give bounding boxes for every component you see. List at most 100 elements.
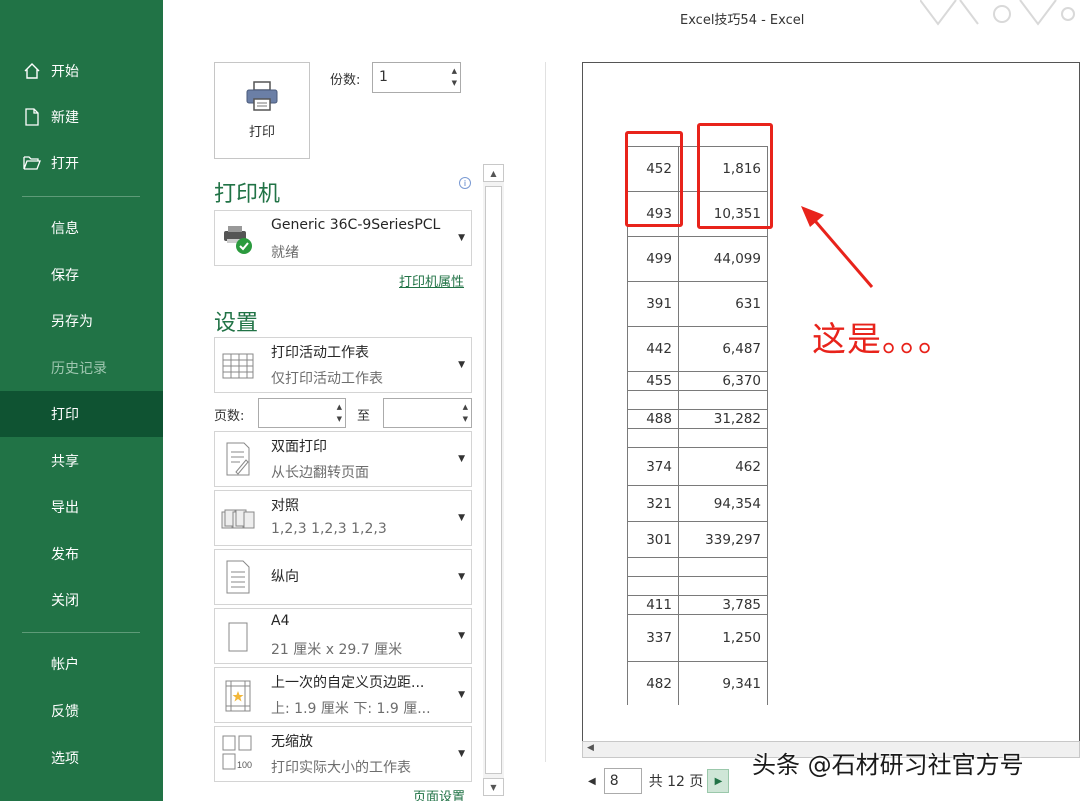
sidebar-item-label: 帐户: [51, 657, 79, 673]
duplex-select[interactable]: 双面打印 从长边翻转页面 ▼: [214, 431, 472, 487]
stepper-arrows-icon[interactable]: ▲ ▼: [337, 401, 342, 425]
sidebar-item-label: 反馈: [51, 704, 79, 720]
info-icon[interactable]: i: [459, 177, 471, 189]
cell-b: 9,341: [679, 662, 768, 705]
sidebar-item-new[interactable]: 新建: [0, 94, 163, 140]
no-scaling-icon: 100: [221, 735, 255, 770]
table-row: 442 6,487: [627, 326, 768, 371]
pages-from-stepper[interactable]: ▲ ▼: [258, 398, 346, 428]
paper-size-title: A4: [271, 613, 290, 629]
table-row: 455 6,370: [627, 371, 768, 390]
cell-a: [627, 429, 679, 447]
paper-size-subtitle: 21 厘米 x 29.7 厘米: [271, 642, 403, 658]
settings-scrollbar[interactable]: ▲ ▼: [483, 164, 504, 796]
sidebar-item-save-as[interactable]: 另存为: [0, 298, 163, 344]
cell-b: 339,297: [679, 522, 768, 557]
print-what-subtitle: 仅打印活动工作表: [271, 371, 383, 387]
margins-select[interactable]: 上一次的自定义页边距... 上: 1.9 厘米 下: 1.9 厘... ▼: [214, 667, 472, 723]
previous-page-icon[interactable]: ◀: [588, 776, 596, 787]
collate-select[interactable]: 对照 1,2,3 1,2,3 1,2,3 ▼: [214, 490, 472, 546]
copies-stepper[interactable]: 1 ▲ ▼: [372, 62, 461, 93]
dropdown-icon: ▼: [458, 360, 465, 370]
printer-properties-link[interactable]: 打印机属性: [399, 271, 464, 290]
sidebar-item-share[interactable]: 共享: [0, 438, 163, 484]
orientation-select[interactable]: 纵向 ▼: [214, 549, 472, 605]
sidebar-item-close[interactable]: 关闭: [0, 577, 163, 623]
sidebar-item-export[interactable]: 导出: [0, 484, 163, 530]
dropdown-icon: ▼: [458, 513, 465, 523]
table-row: 301 339,297: [627, 521, 768, 557]
cell-a: 391: [627, 282, 679, 326]
stepper-arrows-icon[interactable]: ▲ ▼: [452, 65, 457, 89]
table-row: 488 31,282: [627, 409, 768, 428]
cell-b: 1,250: [679, 615, 768, 661]
settings-heading: 设置: [214, 311, 259, 336]
cell-a: 374: [627, 448, 679, 485]
page-navigator: ◀ 8 共 12 页 ▶: [588, 767, 730, 795]
title-decoration: [920, 0, 1075, 26]
dropdown-icon: ▼: [458, 454, 465, 464]
print-what-select[interactable]: 打印活动工作表 仅打印活动工作表 ▼: [214, 337, 472, 393]
sidebar-item-publish[interactable]: 发布: [0, 531, 163, 577]
orientation-title: 纵向: [271, 569, 299, 585]
annotation-arrow-icon: [801, 206, 874, 288]
scroll-left-icon[interactable]: ◀: [587, 743, 594, 753]
cell-b: [679, 391, 768, 409]
sidebar-item-print[interactable]: 打印: [0, 391, 163, 437]
cell-a: 442: [627, 327, 679, 371]
cell-a: 488: [627, 410, 679, 428]
cell-a: 321: [627, 486, 679, 521]
stepper-arrows-icon[interactable]: ▲ ▼: [463, 401, 468, 425]
table-row: [627, 557, 768, 576]
cell-a: [627, 577, 679, 595]
cell-b: [679, 429, 768, 447]
sidebar-item-label: 另存为: [51, 314, 93, 330]
paper-size-select[interactable]: A4 21 厘米 x 29.7 厘米 ▼: [214, 608, 472, 664]
printer-name: Generic 36C-9SeriesPCL: [271, 217, 441, 233]
margins-title: 上一次的自定义页边距...: [271, 675, 425, 691]
table-row: [627, 390, 768, 409]
page-setup-link[interactable]: 页面设置: [413, 786, 465, 801]
cell-a: [627, 391, 679, 409]
print-what-title: 打印活动工作表: [271, 345, 369, 361]
home-icon: [22, 61, 42, 81]
annotation-box-column-b: [697, 123, 773, 229]
sidebar-item-label: 历史记录: [51, 361, 107, 377]
table-row: 499 44,099: [627, 236, 768, 281]
window-title: Excel技巧54 - Excel: [680, 13, 805, 28]
printer-ready-icon: [221, 222, 255, 256]
scrollbar-thumb[interactable]: [485, 186, 502, 774]
table-row: 337 1,250: [627, 614, 768, 661]
cell-b: 44,099: [679, 237, 768, 281]
cell-a: 455: [627, 372, 679, 390]
sidebar-item-save[interactable]: 保存: [0, 252, 163, 298]
next-page-icon[interactable]: ▶: [707, 769, 730, 793]
printer-heading: 打印机: [214, 182, 281, 207]
cell-a: 411: [627, 596, 679, 614]
sidebar-item-open[interactable]: 打开: [0, 140, 163, 186]
current-page-input[interactable]: 8: [603, 768, 642, 794]
cell-b: 31,282: [679, 410, 768, 428]
table-row: [627, 576, 768, 595]
sidebar-item-feedback[interactable]: 反馈: [0, 688, 163, 734]
pages-to-stepper[interactable]: ▲ ▼: [383, 398, 472, 428]
worksheet-grid-icon: [221, 349, 255, 383]
scroll-up-icon[interactable]: ▲: [483, 164, 504, 182]
sidebar-item-home[interactable]: 开始: [0, 48, 163, 94]
printer-status: 就绪: [271, 245, 299, 261]
print-button[interactable]: 打印: [214, 62, 310, 159]
sidebar-item-label: 共享: [51, 454, 79, 470]
dropdown-icon: ▼: [458, 572, 465, 582]
sidebar-item-label: 信息: [51, 221, 79, 237]
scaling-select[interactable]: 100 无缩放 打印实际大小的工作表 ▼: [214, 726, 472, 782]
paper-size-icon: [221, 620, 255, 654]
scroll-down-icon[interactable]: ▼: [483, 778, 504, 796]
printer-select[interactable]: Generic 36C-9SeriesPCL 就绪 ▼: [214, 210, 472, 266]
sidebar-item-label: 新建: [51, 110, 79, 126]
sidebar-item-label: 发布: [51, 547, 79, 563]
cell-b: 462: [679, 448, 768, 485]
svg-text:100: 100: [237, 760, 252, 770]
sidebar-item-options[interactable]: 选项: [0, 735, 163, 781]
sidebar-item-account[interactable]: 帐户: [0, 641, 163, 687]
sidebar-item-info[interactable]: 信息: [0, 205, 163, 251]
